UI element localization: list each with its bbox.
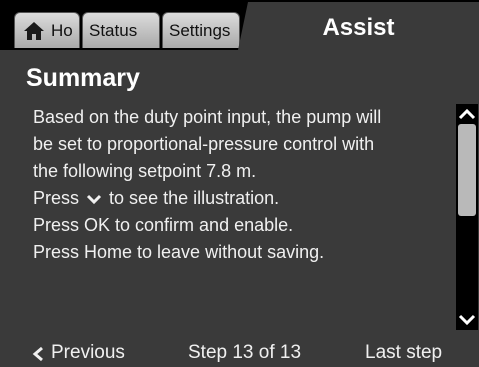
- summary-line: be set to proportional-pressure control …: [33, 134, 375, 154]
- tab-status-label: Status: [89, 21, 138, 40]
- summary-line: Press OK to confirm and enable.: [33, 215, 294, 235]
- summary-line: Based on the duty point input, the pump …: [33, 107, 382, 127]
- last-step-label: Last step: [365, 342, 443, 363]
- step-indicator: Step 13 of 13: [188, 342, 302, 363]
- tab-settings[interactable]: Settings: [162, 12, 240, 48]
- chevron-down-icon[interactable]: [458, 313, 476, 327]
- summary-line-illustration: Press to see the illustration.: [33, 185, 451, 212]
- summary-line: Press Home to leave without saving.: [33, 242, 325, 262]
- tab-home-label: Ho: [51, 21, 73, 40]
- tab-bar: Ho Status Settings Assist: [0, 0, 479, 50]
- chevron-left-icon[interactable]: [32, 346, 44, 362]
- press-prefix: Press: [33, 188, 80, 208]
- chevron-down-icon: [86, 195, 102, 205]
- home-icon: [24, 22, 44, 40]
- tab-home[interactable]: Ho: [14, 12, 80, 48]
- scrollbar-thumb[interactable]: [458, 124, 476, 216]
- page-title: Summary: [26, 64, 140, 92]
- assist-screen: Ho Status Settings Assist Summary Based …: [0, 0, 479, 367]
- tab-assist-label: Assist: [322, 14, 395, 41]
- press-suffix: to see the illustration.: [109, 188, 280, 208]
- footer-nav: Previous Step 13 of 13 Last step: [0, 332, 479, 367]
- tab-status[interactable]: Status: [82, 12, 160, 48]
- summary-line: the following setpoint 7.8 m.: [33, 161, 257, 181]
- tab-settings-label: Settings: [169, 21, 231, 40]
- summary-text: Based on the duty point input, the pump …: [33, 104, 451, 266]
- previous-button[interactable]: Previous: [51, 342, 125, 364]
- scrollbar[interactable]: [456, 104, 478, 330]
- chevron-up-icon[interactable]: [458, 107, 476, 121]
